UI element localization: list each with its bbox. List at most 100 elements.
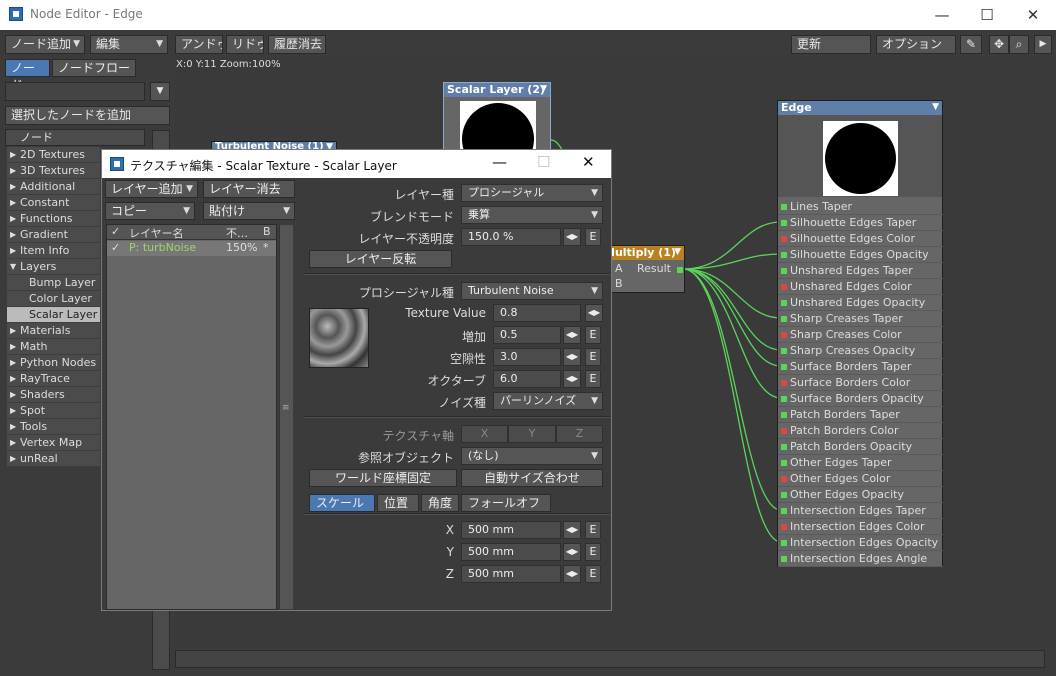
axis-z-button[interactable]: Z (556, 425, 603, 443)
tab-falloff[interactable]: フォールオフ (461, 494, 551, 512)
reference-object-dropdown[interactable]: (なし) (461, 447, 603, 465)
layer-enabled-check-icon[interactable]: ✓ (111, 241, 120, 254)
opacity-envelope-button[interactable]: E (585, 228, 601, 246)
port-dot[interactable] (781, 556, 787, 562)
increase-stepper-icon[interactable]: ◀▶ (563, 326, 581, 344)
edge-input-port[interactable]: Lines Taper (778, 199, 943, 215)
edge-node[interactable]: Edge Lines Taper Silhouette Edges Taper Si… (777, 100, 943, 567)
paste-dropdown[interactable]: 貼付け (203, 202, 295, 220)
port-dot[interactable] (781, 268, 787, 274)
port-dot[interactable] (781, 380, 787, 386)
scale-y-input[interactable]: 500 mm (461, 543, 561, 561)
port-dot[interactable] (781, 444, 787, 450)
scale-x-input[interactable]: 500 mm (461, 521, 561, 539)
port-dot[interactable] (781, 220, 787, 226)
edge-input-port[interactable]: Intersection Edges Taper (778, 503, 943, 519)
scalar-layer-node[interactable]: Scalar Layer (2) (443, 82, 551, 152)
layer-row[interactable]: ✓ P: turbNoise 150% * (107, 241, 276, 256)
edge-input-port[interactable]: Intersection Edges Opacity (778, 535, 943, 551)
port-dot[interactable] (781, 476, 787, 482)
tab-scale[interactable]: スケール (309, 494, 375, 512)
dialog-close-button[interactable]: ✕ (582, 153, 595, 171)
noise-type-dropdown[interactable]: パーリンノイズ (493, 392, 603, 410)
port-dot[interactable] (781, 332, 787, 338)
scale-z-envelope-button[interactable]: E (585, 565, 601, 583)
scale-y-envelope-button[interactable]: E (585, 543, 601, 561)
port-dot[interactable] (781, 348, 787, 354)
octave-stepper-icon[interactable]: ◀▶ (563, 370, 581, 388)
port-dot[interactable] (781, 540, 787, 546)
edge-input-port[interactable]: Sharp Creases Taper (778, 311, 943, 327)
port-dot[interactable] (781, 492, 787, 498)
port-dot[interactable] (781, 252, 787, 258)
world-coords-button[interactable]: ワールド座標固定 (309, 469, 457, 487)
edge-input-port[interactable]: Patch Borders Color (778, 423, 943, 439)
scale-z-input[interactable]: 500 mm (461, 565, 561, 583)
edge-input-port[interactable]: Intersection Edges Color (778, 519, 943, 535)
scale-x-stepper-icon[interactable]: ◀▶ (563, 521, 581, 539)
edge-input-port[interactable]: Patch Borders Opacity (778, 439, 943, 455)
texture-value-input[interactable]: 0.8 (493, 304, 581, 322)
edge-input-port[interactable]: Patch Borders Taper (778, 407, 943, 423)
edge-input-port[interactable]: Intersection Edges Angle (778, 551, 943, 567)
edge-input-port[interactable]: Other Edges Color (778, 471, 943, 487)
multiply-node[interactable]: Multiply (1) A B Result (600, 245, 685, 293)
scale-y-stepper-icon[interactable]: ◀▶ (563, 543, 581, 561)
axis-x-button[interactable]: X (461, 425, 508, 443)
texture-value-stepper-icon[interactable]: ◀▶ (585, 304, 603, 322)
layer-list-scrollbar[interactable]: ≡ (279, 225, 293, 609)
multiply-input-a[interactable]: A (615, 262, 623, 275)
port-dot[interactable] (781, 412, 787, 418)
port-dot[interactable] (781, 204, 787, 210)
scale-x-envelope-button[interactable]: E (585, 521, 601, 539)
scroll-grip-icon[interactable]: ≡ (282, 404, 292, 423)
octave-envelope-button[interactable]: E (585, 370, 601, 388)
lacunarity-envelope-button[interactable]: E (585, 348, 601, 366)
edge-input-port[interactable]: Unshared Edges Taper (778, 263, 943, 279)
edge-input-port[interactable]: Surface Borders Color (778, 375, 943, 391)
dialog-minimize-button[interactable]: — (492, 153, 507, 171)
edge-input-port[interactable]: Silhouette Edges Opacity (778, 247, 943, 263)
octave-input[interactable]: 6.0 (493, 370, 561, 388)
invert-layer-button[interactable]: レイヤー反転 (309, 250, 452, 268)
edge-input-port[interactable]: Surface Borders Opacity (778, 391, 943, 407)
multiply-input-b[interactable]: B (615, 277, 623, 290)
lacunarity-stepper-icon[interactable]: ◀▶ (563, 348, 581, 366)
edge-input-port[interactable]: Silhouette Edges Taper (778, 215, 943, 231)
result-port-dot[interactable] (677, 267, 683, 273)
port-dot[interactable] (781, 428, 787, 434)
blend-mode-dropdown[interactable]: 乗算 (461, 206, 603, 224)
port-dot[interactable] (781, 236, 787, 242)
edge-input-port[interactable]: Other Edges Taper (778, 455, 943, 471)
edge-input-port[interactable]: Unshared Edges Color (778, 279, 943, 295)
lacunarity-input[interactable]: 3.0 (493, 348, 561, 366)
scale-z-stepper-icon[interactable]: ◀▶ (563, 565, 581, 583)
increase-envelope-button[interactable]: E (585, 326, 601, 344)
layer-opacity-input[interactable]: 150.0 % (461, 228, 561, 246)
auto-size-button[interactable]: 自動サイズ合わせ (461, 469, 603, 487)
port-dot[interactable] (781, 300, 787, 306)
copy-dropdown[interactable]: コピー (105, 202, 195, 220)
layer-type-dropdown[interactable]: プロシージャル (461, 184, 603, 202)
multiply-output-result[interactable]: Result (637, 262, 671, 275)
edge-input-port[interactable]: Other Edges Opacity (778, 487, 943, 503)
tab-position[interactable]: 位置 (377, 494, 419, 512)
port-dot[interactable] (781, 396, 787, 402)
axis-y-button[interactable]: Y (508, 425, 556, 443)
port-dot[interactable] (781, 284, 787, 290)
procedural-type-dropdown[interactable]: Turbulent Noise (461, 282, 603, 300)
dialog-maximize-button[interactable]: ☐ (537, 153, 550, 171)
port-dot[interactable] (781, 508, 787, 514)
port-dot[interactable] (781, 460, 787, 466)
port-dot[interactable] (781, 524, 787, 530)
port-dot[interactable] (781, 364, 787, 370)
opacity-stepper-icon[interactable]: ◀▶ (563, 228, 581, 246)
increase-input[interactable]: 0.5 (493, 326, 561, 344)
edge-input-port[interactable]: Silhouette Edges Color (778, 231, 943, 247)
edge-input-port[interactable]: Sharp Creases Color (778, 327, 943, 343)
port-dot[interactable] (781, 316, 787, 322)
edge-input-port[interactable]: Surface Borders Taper (778, 359, 943, 375)
edge-input-port[interactable]: Unshared Edges Opacity (778, 295, 943, 311)
edge-input-port[interactable]: Sharp Creases Opacity (778, 343, 943, 359)
tab-angle[interactable]: 角度 (421, 494, 459, 512)
